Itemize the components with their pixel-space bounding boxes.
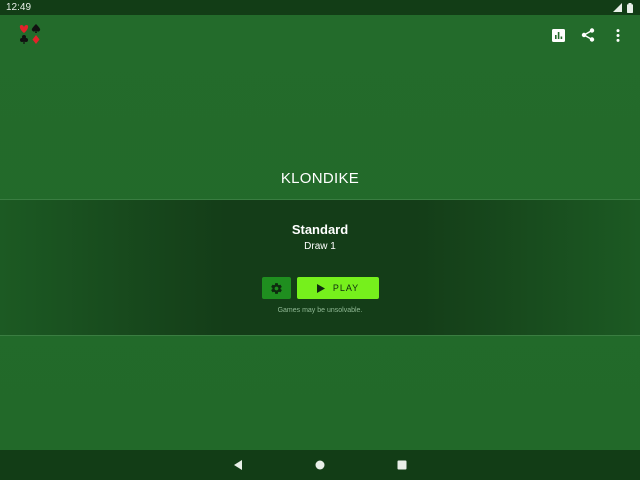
signal-icon xyxy=(613,3,622,12)
play-icon xyxy=(316,283,325,293)
game-title: KLONDIKE xyxy=(280,170,360,187)
top-actions xyxy=(550,27,626,43)
card-suits-icon xyxy=(18,22,42,46)
battery-icon xyxy=(627,2,633,13)
gear-icon xyxy=(271,282,282,294)
back-icon[interactable] xyxy=(231,458,245,472)
home-icon[interactable] xyxy=(313,458,327,472)
unsolvable-note: Games may be unsolvable. xyxy=(277,307,363,314)
play-button[interactable]: PLAY xyxy=(297,277,379,299)
game-panel: Standard Draw 1 PLAY Games may be unsolv… xyxy=(0,199,640,336)
variant-name: Standard xyxy=(291,222,349,237)
share-icon[interactable] xyxy=(580,27,596,43)
settings-button[interactable] xyxy=(262,277,291,299)
variant-detail: Draw 1 xyxy=(304,241,336,252)
status-icons xyxy=(613,2,633,13)
status-time: 12:49 xyxy=(6,2,32,13)
recents-icon[interactable] xyxy=(395,458,409,472)
statistics-icon[interactable] xyxy=(550,27,566,43)
more-vert-icon[interactable] xyxy=(610,27,626,43)
play-label: PLAY xyxy=(332,283,360,293)
navigation-bar xyxy=(0,450,640,480)
status-bar: 12:49 xyxy=(0,0,640,15)
